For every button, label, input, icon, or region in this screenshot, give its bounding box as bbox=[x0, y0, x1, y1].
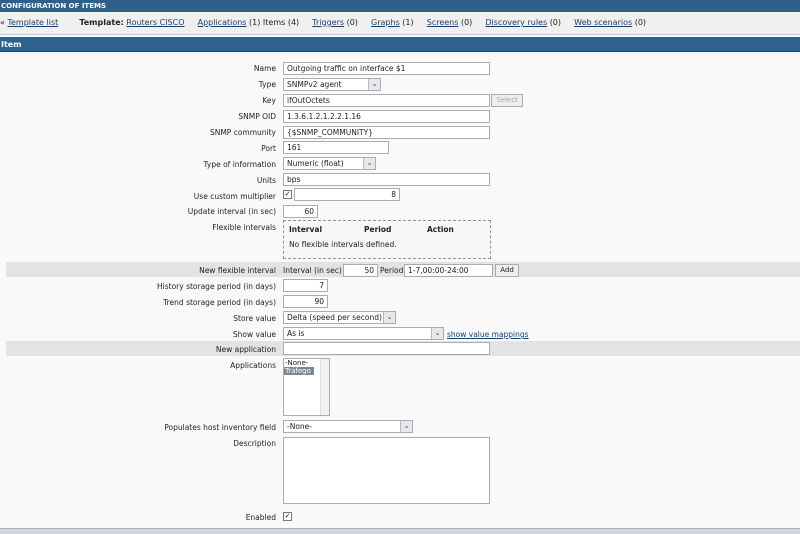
custom-multiplier-label: Use custom multiplier bbox=[193, 192, 276, 201]
new-flex-interval-sub-label: Interval (in sec) bbox=[283, 266, 342, 275]
custom-multiplier-field[interactable]: 8 bbox=[294, 188, 400, 201]
name-label: Name bbox=[253, 64, 276, 73]
template-list-link[interactable]: Template list bbox=[7, 18, 58, 27]
update-interval-label: Update interval (in sec) bbox=[187, 207, 276, 216]
show-value-select[interactable]: As is ⌄ bbox=[283, 327, 444, 340]
new-flex-interval-field[interactable]: 50 bbox=[343, 264, 378, 277]
update-interval-field[interactable]: 60 bbox=[283, 205, 318, 218]
applications-option-trafego[interactable]: Tráfego bbox=[284, 367, 314, 375]
items-current: Items (4) bbox=[262, 18, 300, 27]
template-name-link[interactable]: Routers CISCO bbox=[126, 18, 184, 27]
graphs-count: (1) bbox=[402, 18, 414, 27]
applications-link[interactable]: Applications bbox=[198, 18, 247, 27]
applications-label: Applications bbox=[230, 361, 276, 370]
graphs-link[interactable]: Graphs bbox=[371, 18, 400, 27]
screens-link[interactable]: Screens bbox=[427, 18, 459, 27]
snmp-oid-field[interactable]: 1.3.6.1.2.1.2.2.1.16 bbox=[283, 110, 490, 123]
snmp-community-field[interactable]: {$SNMP_COMMUNITY} bbox=[283, 126, 490, 139]
name-field[interactable]: Outgoing traffic on interface $1 bbox=[283, 62, 490, 75]
type-select[interactable]: SNMPv2 agent ⌄ bbox=[283, 78, 381, 91]
flex-col-action: Action bbox=[427, 225, 454, 234]
add-flex-interval-button[interactable]: Add bbox=[495, 264, 519, 277]
type-of-information-select[interactable]: Numeric (float) ⌄ bbox=[283, 157, 376, 170]
trend-field[interactable]: 90 bbox=[283, 295, 328, 308]
new-flex-period-label: Period bbox=[380, 266, 404, 275]
template-label: Template: bbox=[79, 18, 124, 27]
chevron-down-icon: ⌄ bbox=[368, 79, 380, 90]
discovery-rules-link[interactable]: Discovery rules bbox=[485, 18, 547, 27]
description-label: Description bbox=[233, 439, 276, 448]
show-value-label: Show value bbox=[232, 330, 276, 339]
units-label: Units bbox=[256, 176, 276, 185]
select-key-button[interactable]: Select bbox=[491, 94, 523, 107]
snmp-oid-label: SNMP OID bbox=[238, 112, 276, 121]
flex-empty-message: No flexible intervals defined. bbox=[289, 240, 397, 249]
bottom-border bbox=[0, 528, 800, 534]
trend-label: Trend storage period (in days) bbox=[163, 298, 276, 307]
inventory-field-value: -None- bbox=[287, 422, 312, 431]
chevron-down-icon: ⌄ bbox=[383, 312, 395, 323]
flex-col-period: Period bbox=[364, 225, 392, 234]
web-scenarios-link[interactable]: Web scenarios bbox=[574, 18, 632, 27]
applications-count: (1) bbox=[249, 18, 261, 27]
store-value-label: Store value bbox=[233, 314, 276, 323]
new-application-field[interactable] bbox=[283, 342, 490, 355]
web-scenarios-count: (0) bbox=[634, 18, 647, 27]
chevron-down-icon: ⌄ bbox=[431, 328, 443, 339]
inventory-field-select[interactable]: -None- ⌄ bbox=[283, 420, 413, 433]
type-select-value: SNMPv2 agent bbox=[287, 80, 342, 89]
section-header: Item bbox=[0, 37, 800, 52]
enabled-label: Enabled bbox=[245, 513, 276, 522]
key-label: Key bbox=[262, 96, 276, 105]
port-label: Port bbox=[261, 144, 276, 153]
description-textarea[interactable] bbox=[283, 437, 490, 504]
history-field[interactable]: 7 bbox=[283, 279, 328, 292]
store-value-value: Delta (speed per second) bbox=[287, 313, 382, 322]
flexible-intervals-table: Interval Period Action No flexible inter… bbox=[283, 220, 491, 259]
applications-listbox[interactable]: -None- Tráfego bbox=[283, 358, 330, 416]
breadcrumb-nav: « Template list Template: Routers CISCO … bbox=[0, 12, 800, 35]
type-of-information-value: Numeric (float) bbox=[287, 159, 344, 168]
snmp-community-label: SNMP community bbox=[209, 128, 276, 137]
flex-col-interval: Interval bbox=[289, 225, 323, 234]
screens-count: (0) bbox=[460, 18, 473, 27]
inventory-field-label: Populates host inventory field bbox=[164, 423, 276, 432]
listbox-scrollbar[interactable] bbox=[320, 359, 329, 415]
port-field[interactable]: 161 bbox=[283, 141, 389, 154]
back-icon: « bbox=[0, 18, 5, 27]
key-field[interactable]: ifOutOctets bbox=[283, 94, 490, 107]
enabled-checkbox[interactable]: ✓ bbox=[283, 512, 292, 521]
triggers-link[interactable]: Triggers bbox=[312, 18, 344, 27]
type-label: Type bbox=[258, 80, 276, 89]
triggers-count: (0) bbox=[346, 18, 358, 27]
discovery-rules-count: (0) bbox=[549, 18, 562, 27]
units-field[interactable]: bps bbox=[283, 173, 490, 186]
history-label: History storage period (in days) bbox=[157, 282, 276, 291]
new-flex-interval-label: New flexible interval bbox=[199, 266, 276, 275]
custom-multiplier-checkbox[interactable]: ✓ bbox=[283, 190, 292, 199]
new-flex-period-field[interactable]: 1-7,00:00-24:00 bbox=[404, 264, 493, 277]
type-of-information-label: Type of information bbox=[203, 160, 276, 169]
store-value-select[interactable]: Delta (speed per second) ⌄ bbox=[283, 311, 396, 324]
chevron-down-icon: ⌄ bbox=[400, 421, 412, 432]
show-value-value: As is bbox=[287, 329, 305, 338]
chevron-down-icon: ⌄ bbox=[363, 158, 375, 169]
new-application-label: New application bbox=[215, 345, 276, 354]
flexible-intervals-label: Flexible intervals bbox=[212, 223, 276, 232]
window-title: CONFIGURATION OF ITEMS bbox=[0, 0, 800, 12]
show-value-mappings-link[interactable]: show value mappings bbox=[447, 330, 529, 339]
